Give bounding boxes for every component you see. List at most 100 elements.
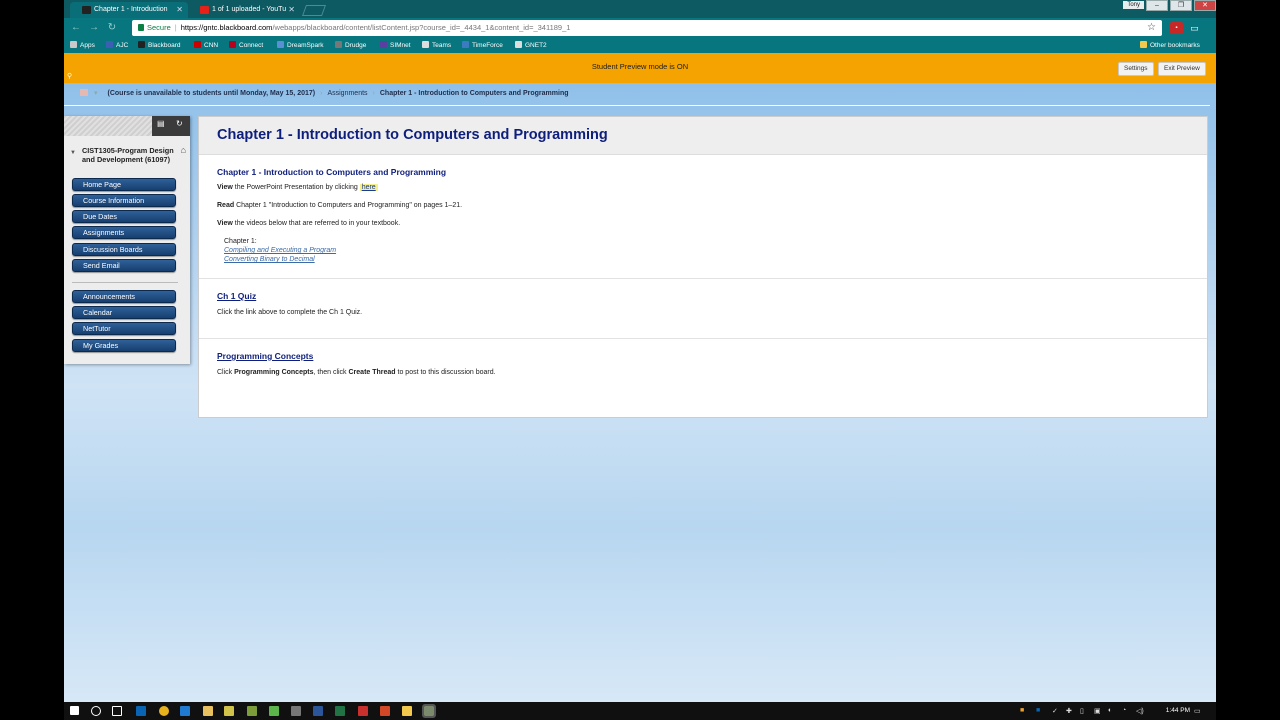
volume-icon[interactable]: ◁) bbox=[1136, 707, 1144, 715]
app-icon[interactable] bbox=[247, 706, 257, 716]
menu-home-page[interactable]: Home Page bbox=[72, 178, 176, 191]
menu-my-grades[interactable]: My Grades bbox=[72, 339, 176, 352]
task-view-icon[interactable] bbox=[112, 706, 122, 716]
clock[interactable]: 1:44 PM bbox=[1166, 707, 1190, 714]
other-bookmarks[interactable]: Other bookmarks bbox=[1140, 41, 1200, 49]
menu-assignments[interactable]: Assignments bbox=[72, 226, 176, 239]
windows-start-icon[interactable] bbox=[70, 706, 79, 715]
access-icon[interactable] bbox=[358, 706, 368, 716]
tray-icon[interactable]: ▣ bbox=[1094, 707, 1101, 715]
quiz-description: Click the link above to complete the Ch … bbox=[217, 309, 363, 316]
close-icon[interactable]: ✕ bbox=[288, 5, 295, 14]
tray-icon[interactable]: ✓ bbox=[1052, 707, 1058, 715]
bookmark-connect[interactable]: Connect bbox=[229, 41, 263, 49]
excel-icon[interactable] bbox=[335, 706, 345, 716]
window-controls: – ❐ ✕ bbox=[1144, 0, 1216, 12]
cnn-icon bbox=[194, 41, 201, 48]
refresh-icon[interactable]: ↻ bbox=[176, 119, 183, 128]
powerpoint-icon[interactable] bbox=[380, 706, 390, 716]
address-bar[interactable]: Secure | https://gntc.blackboard.com/webap… bbox=[132, 20, 1162, 36]
home-icon[interactable] bbox=[80, 89, 88, 96]
extension-icon[interactable]: ▪ bbox=[1170, 22, 1183, 34]
preview-status-text: Student Preview mode is ON bbox=[591, 62, 689, 71]
folder-view-icon[interactable]: ▤ bbox=[157, 119, 165, 128]
course-menu-header: ▤ ↻ bbox=[64, 116, 190, 136]
menu-course-information[interactable]: Course Information bbox=[72, 194, 176, 207]
tray-icon[interactable]: ✚ bbox=[1066, 707, 1072, 715]
bookmark-apps[interactable]: Apps bbox=[70, 41, 95, 49]
close-window-button[interactable]: ✕ bbox=[1194, 0, 1216, 11]
blackboard-favicon-icon bbox=[82, 6, 91, 14]
tab-youtube[interactable]: 1 of 1 uploaded - YouTu ✕ bbox=[188, 2, 300, 18]
app-icon[interactable] bbox=[291, 706, 301, 716]
active-app-icon[interactable] bbox=[422, 704, 436, 718]
word-icon[interactable] bbox=[313, 706, 323, 716]
menu-discussion-boards[interactable]: Discussion Boards bbox=[72, 243, 176, 256]
dreamspark-icon bbox=[277, 41, 284, 48]
reload-icon[interactable]: ↻ bbox=[106, 22, 118, 34]
search-icon[interactable] bbox=[91, 706, 101, 716]
page-title: Chapter 1 - Introduction to Computers an… bbox=[217, 127, 608, 143]
menu-send-email[interactable]: Send Email bbox=[72, 259, 176, 272]
tray-outlook-icon[interactable]: ■ bbox=[1036, 707, 1040, 714]
quiz-link[interactable]: Ch 1 Quiz bbox=[217, 291, 256, 301]
forward-arrow-icon[interactable]: → bbox=[88, 22, 100, 34]
menu-calendar[interactable]: Calendar bbox=[72, 306, 176, 319]
notifications-icon[interactable]: ▭ bbox=[1194, 707, 1201, 715]
video-link-compiling[interactable]: Compiling and Executing a Program bbox=[224, 247, 336, 254]
chrome-icon[interactable] bbox=[159, 706, 169, 716]
new-tab-button[interactable] bbox=[301, 5, 327, 16]
programming-concepts-link[interactable]: Programming Concepts bbox=[217, 351, 313, 361]
bookmark-drudge[interactable]: Drudge bbox=[335, 41, 366, 49]
bookmark-dreamspark[interactable]: DreamSpark bbox=[277, 41, 323, 49]
minimize-button[interactable]: – bbox=[1146, 0, 1168, 11]
edge-icon[interactable] bbox=[180, 706, 190, 716]
item-text-read: Read Chapter 1 "Introduction to Computer… bbox=[217, 202, 463, 209]
battery-icon[interactable]: ▯ bbox=[1080, 707, 1084, 715]
bookmark-gnet2[interactable]: GNET2 bbox=[515, 41, 547, 49]
outlook-icon[interactable] bbox=[136, 706, 146, 716]
drudge-icon bbox=[335, 41, 342, 48]
here-link[interactable]: here bbox=[359, 184, 378, 191]
chapter-label: Chapter 1: bbox=[224, 238, 257, 245]
video-link-binary[interactable]: Converting Binary to Decimal bbox=[224, 256, 315, 263]
settings-button[interactable]: Settings bbox=[1118, 62, 1154, 76]
back-arrow-icon[interactable]: ← bbox=[70, 22, 82, 34]
bookmark-blackboard[interactable]: Blackboard bbox=[138, 41, 181, 49]
tab-title: Chapter 1 - Introduction bbox=[94, 6, 168, 13]
profile-button[interactable]: Tony bbox=[1123, 1, 1144, 9]
menu-divider bbox=[72, 282, 178, 283]
file-explorer-icon[interactable] bbox=[203, 706, 213, 716]
exit-preview-button[interactable]: Exit Preview bbox=[1158, 62, 1206, 76]
media-icon[interactable] bbox=[224, 706, 234, 716]
pin-icon: ⚲ bbox=[67, 73, 73, 80]
bookmark-cnn[interactable]: CNN bbox=[194, 41, 218, 49]
cast-icon[interactable]: ▭ bbox=[1188, 22, 1201, 34]
close-icon[interactable]: ✕ bbox=[176, 5, 183, 14]
course-menu-tools: ▤ ↻ bbox=[152, 116, 190, 136]
bookmark-timeforce[interactable]: TimeForce bbox=[462, 41, 503, 49]
chevron-down-icon[interactable]: ▾ bbox=[94, 90, 98, 97]
bookmark-ajc[interactable]: AJC bbox=[106, 41, 128, 49]
maximize-button[interactable]: ❐ bbox=[1170, 0, 1192, 11]
collapse-triangle-icon[interactable]: ▼ bbox=[70, 149, 76, 158]
menu-due-dates[interactable]: Due Dates bbox=[72, 210, 176, 223]
network-icon[interactable]: ◔ bbox=[1122, 707, 1126, 714]
home-icon[interactable]: ⌂ bbox=[181, 146, 186, 155]
url-path: /webapps/blackboard/content/listContent.… bbox=[272, 23, 571, 32]
menu-announcements[interactable]: Announcements bbox=[72, 290, 176, 303]
tray-icon[interactable]: ■ bbox=[1020, 707, 1024, 714]
app-icon[interactable] bbox=[269, 706, 279, 716]
bookmark-star-icon[interactable]: ☆ bbox=[1147, 20, 1156, 36]
breadcrumb-course[interactable]: (Course is unavailable to students until… bbox=[108, 90, 316, 97]
breadcrumb-section[interactable]: Assignments bbox=[327, 90, 367, 97]
tray-icon[interactable]: ◐ bbox=[1108, 707, 1112, 714]
notes-icon[interactable] bbox=[402, 706, 412, 716]
bookmark-simnet[interactable]: SIMnet bbox=[380, 41, 411, 49]
tab-chapter-1[interactable]: Chapter 1 - Introduction ✕ bbox=[70, 2, 188, 18]
browser-toolbar: ← → ↻ Secure | https://gntc.blackboard.com… bbox=[64, 18, 1216, 38]
taskbar: ■ ■ ✓ ✚ ▯ ▣ ◐ ◔ ◁) 1:44 PM ▭ bbox=[64, 702, 1216, 720]
gnet2-icon bbox=[515, 41, 522, 48]
bookmark-teams[interactable]: Teams bbox=[422, 41, 451, 49]
menu-nettutor[interactable]: NetTutor bbox=[72, 322, 176, 335]
